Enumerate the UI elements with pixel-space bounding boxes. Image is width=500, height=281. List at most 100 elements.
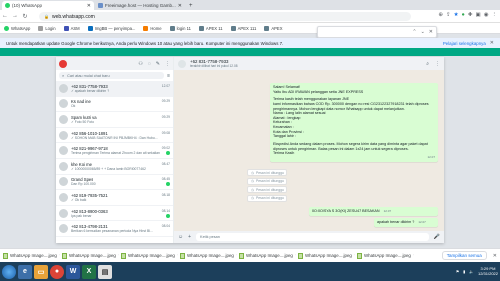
chevron-up-icon[interactable]: ⌃ — [295, 253, 296, 258]
excel-icon[interactable]: X — [82, 264, 96, 279]
chat-list-item[interactable]: +62 813-8900-0363 08.14 Iya pak benar — [56, 206, 173, 222]
bookmark-item[interactable]: login 11 — [166, 25, 195, 31]
puzzle-icon[interactable]: ✚ — [468, 12, 473, 18]
download-item[interactable]: WhatsApp Image....jpeg⌃ — [298, 252, 355, 259]
network-icon[interactable]: ▮ — [463, 269, 465, 274]
download-item[interactable]: WhatsApp Image....jpeg⌃ — [357, 252, 414, 259]
message-line: kami informasikan bahwa COD Rp. 300000 d… — [273, 101, 429, 106]
find-down-icon[interactable]: ⌄ — [421, 29, 425, 35]
chat-time: 08.18 — [161, 192, 170, 197]
bookmark-item[interactable]: APEX — [260, 25, 286, 31]
explorer-icon[interactable]: ▭ — [34, 264, 48, 279]
back-icon[interactable]: ← — [0, 13, 10, 19]
status-icon[interactable]: ◌ — [148, 61, 151, 67]
chat-preview: Dan Rp 100.000 — [71, 182, 96, 187]
image-file-icon — [357, 252, 362, 259]
clock-icon: ◷ — [251, 170, 254, 175]
banner-close-icon[interactable]: ✕ — [490, 40, 494, 46]
close-tab-icon[interactable]: ✕ — [178, 3, 182, 9]
search-input[interactable]: ⌕ Cari atau mulai chat baru — [59, 72, 165, 79]
emoji-icon[interactable]: ☺ — [178, 234, 183, 240]
chat-list-item[interactable]: +62 821-9967-9718 09.02 Terima pengiriman … — [56, 143, 173, 159]
show-all-downloads-button[interactable]: Tampilkan semua — [441, 251, 487, 260]
chat-time: 08.04 — [161, 224, 170, 229]
word-icon[interactable]: W — [66, 264, 80, 279]
communities-icon[interactable]: ⚇ — [138, 61, 142, 67]
chat-list-item[interactable]: +62 813-4798-2131 08.04 Berikan 6 kemudian… — [56, 221, 173, 237]
chat-list-item[interactable]: khe Koi me 08.47 ✓ 10000000065/89 + + Dana… — [56, 159, 173, 175]
microphone-icon[interactable]: 🎤 — [434, 234, 440, 240]
bookmark-item[interactable]: Login — [34, 25, 59, 31]
tab-freeimage[interactable]: Freeimage.host — Hosting Gamb... ✕ — [95, 1, 185, 10]
learn-more-link[interactable]: Pelajari selengkapnya — [443, 41, 486, 46]
bookmark-item[interactable]: APEX 11 — [195, 25, 227, 31]
ie-icon[interactable]: e — [18, 264, 32, 279]
bookmark-item[interactable]: APEX 111 — [227, 25, 261, 31]
share-icon[interactable]: ⇪ — [446, 12, 451, 18]
chevron-up-icon[interactable]: ⌃ — [118, 253, 119, 258]
pending-message: ◷ Pesan ini ditunggu — [247, 169, 287, 176]
bookmark-item[interactable]: ImgBB — penyimpa... — [84, 25, 140, 31]
volume-icon[interactable]: 🔈 — [469, 269, 474, 274]
chat-preview: ✓ Ok baik — [71, 197, 87, 202]
sidepanel-icon[interactable]: ▣ — [475, 12, 480, 18]
chevron-up-icon[interactable]: ⌃ — [413, 253, 414, 258]
chevron-up-icon[interactable]: ⌃ — [354, 253, 355, 258]
search-icon[interactable]: ⌕ — [426, 61, 429, 67]
profile-icon[interactable]: ◉ — [484, 12, 489, 18]
chevron-up-icon[interactable]: ⌃ — [236, 253, 237, 258]
chat-list-item[interactable]: +62 831-7758-7933 12.07 ✓ apakah benar dik… — [56, 81, 173, 97]
bookmark-item[interactable]: Home — [139, 25, 165, 31]
close-downloads-icon[interactable]: ✕ — [493, 253, 497, 259]
extension-icon[interactable]: ● — [462, 12, 465, 18]
find-input[interactable] — [321, 29, 408, 35]
avatar[interactable] — [59, 59, 67, 68]
download-item[interactable]: WhatsApp Image....jpeg⌃ — [180, 252, 237, 259]
close-tab-icon[interactable]: ✕ — [87, 3, 91, 9]
avatar — [59, 114, 68, 124]
chrome-icon[interactable]: ● — [50, 264, 64, 279]
chat-list-item[interactable]: Ks nad ine 09.29 Ok — [56, 97, 173, 113]
contact-avatar[interactable] — [178, 59, 186, 68]
download-item[interactable]: WhatsApp Image....jpeg⌃ — [239, 252, 296, 259]
start-button[interactable] — [2, 264, 16, 279]
reload-icon[interactable]: ↻ — [20, 13, 30, 20]
chat-preview: Berikan 6 kemudian pesananan pertoda Nya… — [71, 229, 153, 234]
address-bar[interactable]: 🔒 web.whatsapp.com — [39, 12, 411, 21]
new-tab-button[interactable]: + — [186, 1, 196, 10]
chevron-up-icon[interactable]: ⌃ — [59, 253, 60, 258]
flag-icon[interactable]: ⚑ — [456, 269, 459, 274]
windows-taskbar: e ▭ ● W X ▤ ⚑ ▮ 🔈 3:29 PM 12/31/2022 — [0, 262, 500, 281]
chat-preview: ✓ Foto 50 Foto — [71, 119, 95, 124]
menu-icon[interactable]: ⋮ — [435, 61, 440, 67]
menu-icon[interactable]: ⋮ — [165, 61, 170, 67]
bookmark-star-icon[interactable]: ★ — [454, 12, 459, 18]
find-up-icon[interactable]: ⌃ — [412, 29, 416, 35]
find-close-icon[interactable]: ✕ — [429, 29, 433, 35]
forward-icon[interactable]: → — [10, 13, 20, 19]
chat-list-item[interactable]: +62 856-1010-1891 09.08 ✓ SOHON MAB SAATON… — [56, 128, 173, 144]
app-icon[interactable]: ▤ — [98, 264, 112, 279]
download-item[interactable]: WhatsApp Image....jpeg⌃ — [3, 252, 60, 259]
download-item[interactable]: WhatsApp Image....jpeg⌃ — [121, 252, 178, 259]
message-text: Salam! Selamat! Yaitu Ibu ADI IRAWAN pela… — [273, 85, 435, 156]
filter-icon[interactable]: ≡ — [167, 73, 170, 79]
chat-list-item[interactable]: Spam kutri va 09.29 ✓ Foto 50 Foto — [56, 112, 173, 128]
zoom-icon[interactable]: ⊕ — [438, 12, 443, 18]
conversation-header[interactable]: +62 831-7758-7933 terakhir dilihat hari … — [174, 57, 444, 70]
bookmark-item[interactable]: WhatsApp — [0, 25, 34, 31]
whatsapp-header-strip — [0, 48, 500, 56]
clock[interactable]: 3:29 PM 12/31/2022 — [478, 266, 498, 277]
tab-whatsapp[interactable]: (10) WhatsApp ✕ — [2, 1, 94, 10]
new-chat-icon[interactable]: ✎ — [156, 61, 160, 67]
chat-list-item[interactable]: Grand Spes 08.45 Dan Rp 100.000 — [56, 175, 173, 191]
chat-list-item[interactable]: +62 819-7935-7521 08.18 ✓ Ok baik — [56, 190, 173, 206]
attach-icon[interactable]: + — [188, 234, 191, 240]
bookmark-item[interactable]: ASM — [60, 25, 84, 31]
chevron-up-icon[interactable]: ⌃ — [177, 253, 178, 258]
chat-time: 08.47 — [161, 161, 170, 166]
download-item[interactable]: WhatsApp Image....jpeg⌃ — [62, 252, 119, 259]
menu-icon[interactable]: ⋮ — [492, 12, 498, 18]
message-bubble-reply: apakah benar dikirim ? 12.07 — [374, 218, 438, 227]
message-input[interactable]: Ketik pesan — [196, 233, 429, 241]
